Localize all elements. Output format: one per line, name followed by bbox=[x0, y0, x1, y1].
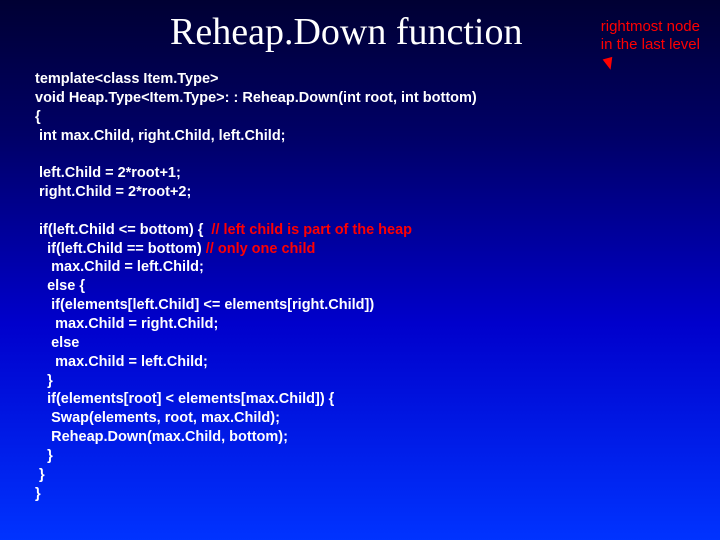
code-line: } bbox=[35, 486, 41, 502]
code-line: template<class Item.Type> bbox=[35, 71, 219, 87]
code-line: { bbox=[35, 109, 41, 125]
code-line: } bbox=[35, 373, 53, 389]
code-comment: // only one child bbox=[206, 241, 316, 257]
code-line: if(elements[left.Child] <= elements[righ… bbox=[35, 297, 374, 313]
code-line: } bbox=[35, 467, 45, 483]
code-line: if(left.Child <= bottom) { bbox=[35, 222, 211, 238]
code-line: right.Child = 2*root+2; bbox=[35, 184, 191, 200]
code-line: Reheap.Down(max.Child, bottom); bbox=[35, 429, 288, 445]
code-comment: // left child is part of the heap bbox=[211, 222, 412, 238]
code-line: max.Child = left.Child; bbox=[35, 354, 208, 370]
code-line: void Heap.Type<Item.Type>: : Reheap.Down… bbox=[35, 90, 477, 106]
code-line: left.Child = 2*root+1; bbox=[35, 165, 181, 181]
code-line: max.Child = left.Child; bbox=[35, 259, 204, 275]
arrow-icon bbox=[603, 57, 616, 71]
code-line: else bbox=[35, 335, 79, 351]
code-line: } bbox=[35, 448, 53, 464]
annotation-line2: in the last level bbox=[601, 36, 700, 53]
slide-title: Reheap.Down function bbox=[170, 10, 522, 54]
code-line: Swap(elements, root, max.Child); bbox=[35, 410, 280, 426]
annotation-text: rightmost node in the last level bbox=[601, 18, 700, 54]
code-line: int max.Child, right.Child, left.Child; bbox=[35, 128, 286, 144]
annotation-line1: rightmost node bbox=[601, 18, 700, 35]
code-line: max.Child = right.Child; bbox=[35, 316, 218, 332]
code-line: if(elements[root] < elements[max.Child])… bbox=[35, 391, 334, 407]
code-block: template<class Item.Type> void Heap.Type… bbox=[35, 70, 477, 503]
code-line: else { bbox=[35, 278, 85, 294]
code-line: if(left.Child == bottom) bbox=[35, 241, 206, 257]
